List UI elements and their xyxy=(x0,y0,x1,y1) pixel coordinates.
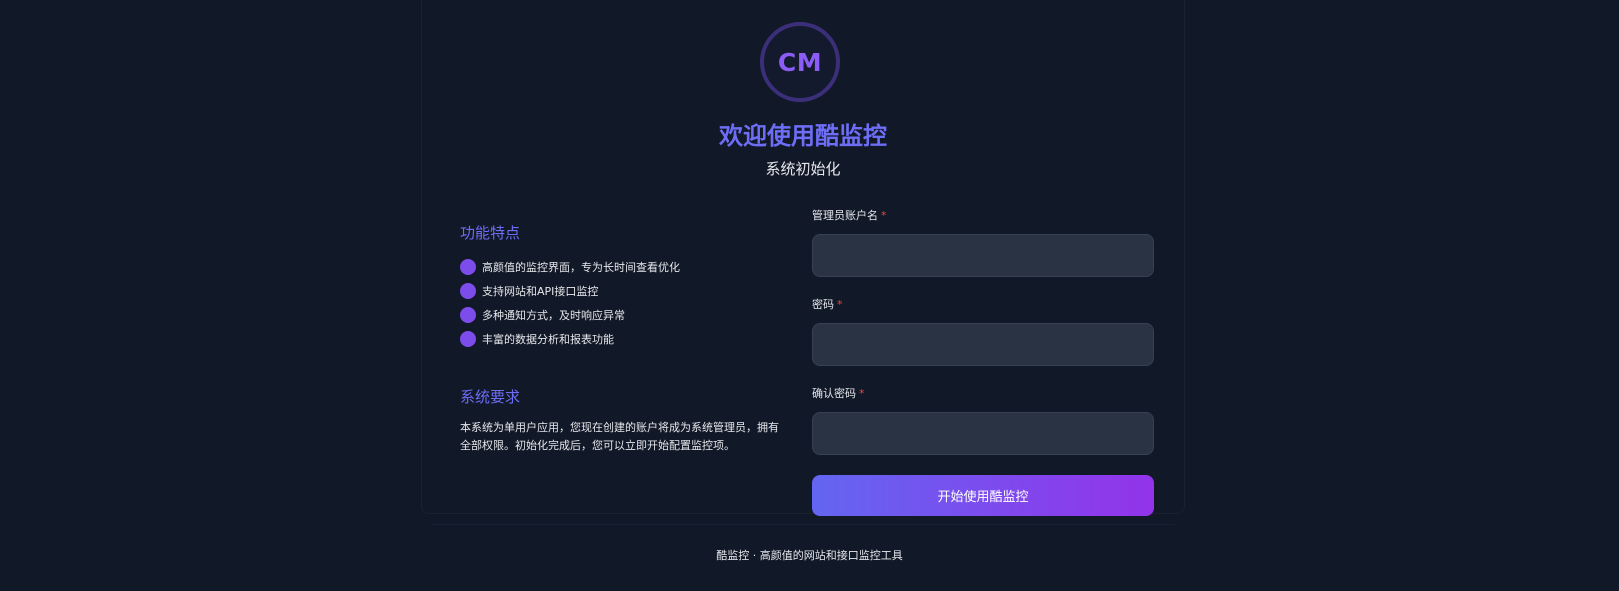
features-title: 功能特点 xyxy=(460,224,521,242)
setup-page: CM 欢迎使用酷监控 系统初始化 功能特点 高颜值的监控界面，专为长时间查看优化… xyxy=(0,0,1619,591)
feature-text: 支持网站和API接口监控 xyxy=(482,285,599,298)
logo-text: CM xyxy=(777,47,823,77)
feature-text: 丰富的数据分析和报表功能 xyxy=(482,333,614,346)
page-subtitle: 系统初始化 xyxy=(765,160,841,178)
confirm-password-input[interactable] xyxy=(812,412,1154,455)
logo: CM xyxy=(760,22,840,102)
purple-dot-icon xyxy=(460,283,476,299)
feature-text: 高颜值的监控界面，专为长时间查看优化 xyxy=(482,261,680,274)
password-input[interactable] xyxy=(812,323,1154,366)
password-label-text: 密码 xyxy=(812,298,834,311)
feature-item: 支持网站和API接口监控 xyxy=(460,279,780,303)
feature-item: 丰富的数据分析和报表功能 xyxy=(460,327,780,351)
footer-divider xyxy=(431,524,1175,525)
feature-item: 多种通知方式，及时响应异常 xyxy=(460,303,780,327)
username-input[interactable] xyxy=(812,234,1154,277)
page-title: 欢迎使用酷监控 xyxy=(719,122,887,150)
footer-text: 酷监控 · 高颜值的网站和接口监控工具 xyxy=(716,549,903,562)
purple-dot-icon xyxy=(460,307,476,323)
required-marker: * xyxy=(859,387,865,400)
password-label: 密码 * xyxy=(812,297,1156,313)
confirm-password-label: 确认密码 * xyxy=(812,386,1156,402)
setup-card: CM 欢迎使用酷监控 系统初始化 功能特点 高颜值的监控界面，专为长时间查看优化… xyxy=(421,0,1185,516)
requirements-section: 系统要求 本系统为单用户应用，您现在创建的账户将成为系统管理员，拥有全部权限。初… xyxy=(460,386,780,455)
feature-item: 高颜值的监控界面，专为长时间查看优化 xyxy=(460,255,780,279)
setup-form: 管理员账户名 * 密码 * 确认密码 * 开始使用酷监控 xyxy=(812,208,1156,516)
features-section: 功能特点 高颜值的监控界面，专为长时间查看优化 支持网站和API接口监控 多种通… xyxy=(460,222,780,351)
requirements-text: 本系统为单用户应用，您现在创建的账户将成为系统管理员，拥有全部权限。初始化完成后… xyxy=(460,421,779,452)
confirm-password-label-text: 确认密码 xyxy=(812,387,856,400)
required-marker: * xyxy=(837,298,843,311)
feature-text: 多种通知方式，及时响应异常 xyxy=(482,309,625,322)
purple-dot-icon xyxy=(460,331,476,347)
purple-dot-icon xyxy=(460,259,476,275)
required-marker: * xyxy=(881,209,887,222)
username-label-text: 管理员账户名 xyxy=(812,209,878,222)
requirements-title: 系统要求 xyxy=(460,388,521,406)
username-label: 管理员账户名 * xyxy=(812,208,1156,224)
feature-list: 高颜值的监控界面，专为长时间查看优化 支持网站和API接口监控 多种通知方式，及… xyxy=(460,255,780,351)
start-button[interactable]: 开始使用酷监控 xyxy=(812,475,1154,516)
